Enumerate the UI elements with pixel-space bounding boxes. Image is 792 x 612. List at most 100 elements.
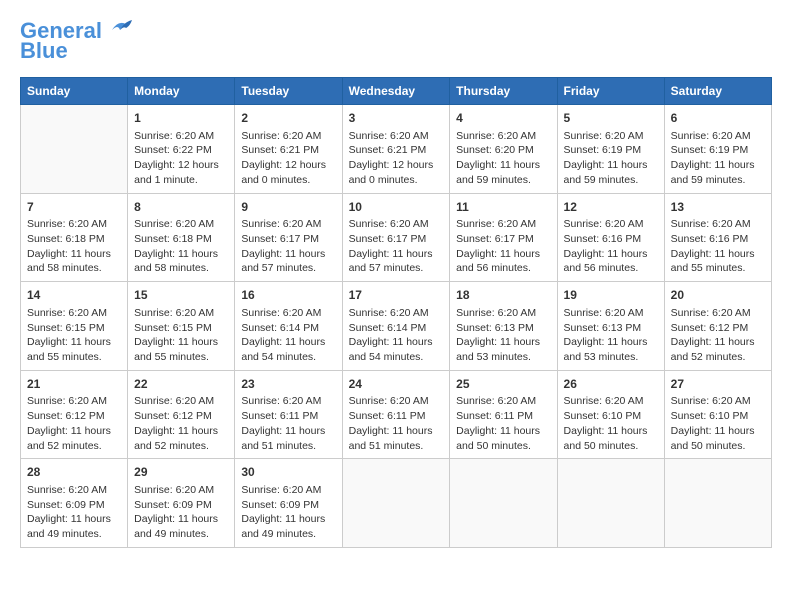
calendar-cell: 7Sunrise: 6:20 AMSunset: 6:18 PMDaylight… — [21, 193, 128, 282]
calendar-cell: 4 Sunrise: 6:20 AMSunset: 6:20 PMDaylight… — [450, 105, 557, 194]
weekday-header-thursday: Thursday — [450, 78, 557, 105]
calendar-week-row: 1 Sunrise: 6:20 AMSunset: 6:22 PMDaylight… — [21, 105, 772, 194]
day-content: Sunrise: 6:20 AMSunset: 6:14 PMDaylight:… — [241, 306, 335, 365]
weekday-header-tuesday: Tuesday — [235, 78, 342, 105]
day-number: 9 — [241, 199, 335, 216]
day-number: 1 — [134, 110, 228, 127]
day-number: 5 — [564, 110, 658, 127]
day-number: 28 — [27, 464, 121, 481]
weekday-header-wednesday: Wednesday — [342, 78, 450, 105]
calendar-cell: 11Sunrise: 6:20 AMSunset: 6:17 PMDayligh… — [450, 193, 557, 282]
day-number: 23 — [241, 376, 335, 393]
day-content: Sunrise: 6:20 AMSunset: 6:09 PMDaylight:… — [134, 483, 228, 542]
calendar-cell: 15 Sunrise: 6:20 AMSunset: 6:15 PMDayligh… — [128, 282, 235, 371]
calendar-week-row: 28 Sunrise: 6:20 AMSunset: 6:09 PMDayligh… — [21, 459, 772, 548]
day-content: Sunrise: 6:20 AMSunset: 6:14 PMDaylight:… — [349, 306, 444, 365]
day-content: Sunrise: 6:20 AMSunset: 6:19 PMDaylight:… — [671, 129, 765, 188]
day-number: 21 — [27, 376, 121, 393]
day-content: Sunrise: 6:20 AMSunset: 6:11 PMDaylight:… — [349, 394, 444, 453]
day-number: 19 — [564, 287, 658, 304]
calendar-cell: 6 Sunrise: 6:20 AMSunset: 6:19 PMDaylight… — [664, 105, 771, 194]
calendar-cell: 20 Sunrise: 6:20 AMSunset: 6:12 PMDayligh… — [664, 282, 771, 371]
calendar-cell: 10Sunrise: 6:20 AMSunset: 6:17 PMDayligh… — [342, 193, 450, 282]
calendar-cell — [21, 105, 128, 194]
day-number: 25 — [456, 376, 550, 393]
weekday-header-saturday: Saturday — [664, 78, 771, 105]
day-content: Sunrise: 6:20 AMSunset: 6:21 PMDaylight:… — [349, 129, 444, 188]
day-number: 12 — [564, 199, 658, 216]
calendar-cell: 12Sunrise: 6:20 AMSunset: 6:16 PMDayligh… — [557, 193, 664, 282]
calendar-cell: 27Sunrise: 6:20 AMSunset: 6:10 PMDayligh… — [664, 370, 771, 459]
page-header: General Blue — [20, 20, 772, 62]
calendar-cell: 1 Sunrise: 6:20 AMSunset: 6:22 PMDaylight… — [128, 105, 235, 194]
logo: General Blue — [20, 20, 136, 62]
calendar-cell: 22Sunrise: 6:20 AMSunset: 6:12 PMDayligh… — [128, 370, 235, 459]
calendar-cell — [450, 459, 557, 548]
calendar-cell: 5 Sunrise: 6:20 AMSunset: 6:19 PMDaylight… — [557, 105, 664, 194]
calendar-cell: 29 Sunrise: 6:20 AMSunset: 6:09 PMDayligh… — [128, 459, 235, 548]
calendar-cell — [342, 459, 450, 548]
day-number: 3 — [349, 110, 444, 127]
day-content: Sunrise: 6:20 AMSunset: 6:09 PMDaylight:… — [241, 483, 335, 542]
calendar-cell: 25Sunrise: 6:20 AMSunset: 6:11 PMDayligh… — [450, 370, 557, 459]
day-number: 15 — [134, 287, 228, 304]
day-content: Sunrise: 6:20 AMSunset: 6:11 PMDaylight:… — [241, 394, 335, 453]
day-number: 26 — [564, 376, 658, 393]
day-content: Sunrise: 6:20 AMSunset: 6:12 PMDaylight:… — [671, 306, 765, 365]
calendar-cell — [664, 459, 771, 548]
day-content: Sunrise: 6:20 AMSunset: 6:15 PMDaylight:… — [134, 306, 228, 365]
calendar-cell: 19 Sunrise: 6:20 AMSunset: 6:13 PMDayligh… — [557, 282, 664, 371]
day-content: Sunrise: 6:20 AMSunset: 6:18 PMDaylight:… — [27, 217, 121, 276]
day-content: Sunrise: 6:20 AMSunset: 6:17 PMDaylight:… — [241, 217, 335, 276]
calendar-cell: 2Sunrise: 6:20 AMSunset: 6:21 PMDaylight… — [235, 105, 342, 194]
calendar-table: SundayMondayTuesdayWednesdayThursdayFrid… — [20, 77, 772, 548]
day-content: Sunrise: 6:20 AMSunset: 6:09 PMDaylight:… — [27, 483, 121, 542]
day-number: 29 — [134, 464, 228, 481]
day-number: 18 — [456, 287, 550, 304]
weekday-header-monday: Monday — [128, 78, 235, 105]
calendar-cell: 26Sunrise: 6:20 AMSunset: 6:10 PMDayligh… — [557, 370, 664, 459]
day-number: 20 — [671, 287, 765, 304]
day-content: Sunrise: 6:20 AMSunset: 6:17 PMDaylight:… — [349, 217, 444, 276]
calendar-cell: 13Sunrise: 6:20 AMSunset: 6:16 PMDayligh… — [664, 193, 771, 282]
calendar-cell: 9Sunrise: 6:20 AMSunset: 6:17 PMDaylight… — [235, 193, 342, 282]
calendar-week-row: 21Sunrise: 6:20 AMSunset: 6:12 PMDayligh… — [21, 370, 772, 459]
day-number: 4 — [456, 110, 550, 127]
calendar-cell: 23Sunrise: 6:20 AMSunset: 6:11 PMDayligh… — [235, 370, 342, 459]
day-content: Sunrise: 6:20 AMSunset: 6:20 PMDaylight:… — [456, 129, 550, 188]
day-content: Sunrise: 6:20 AMSunset: 6:13 PMDaylight:… — [564, 306, 658, 365]
day-number: 13 — [671, 199, 765, 216]
day-content: Sunrise: 6:20 AMSunset: 6:18 PMDaylight:… — [134, 217, 228, 276]
weekday-header-friday: Friday — [557, 78, 664, 105]
day-content: Sunrise: 6:20 AMSunset: 6:17 PMDaylight:… — [456, 217, 550, 276]
day-number: 24 — [349, 376, 444, 393]
day-content: Sunrise: 6:20 AMSunset: 6:22 PMDaylight:… — [134, 129, 228, 188]
logo-blue: Blue — [20, 40, 68, 62]
calendar-cell: 17 Sunrise: 6:20 AMSunset: 6:14 PMDayligh… — [342, 282, 450, 371]
calendar-cell: 24Sunrise: 6:20 AMSunset: 6:11 PMDayligh… — [342, 370, 450, 459]
calendar-cell: 18Sunrise: 6:20 AMSunset: 6:13 PMDayligh… — [450, 282, 557, 371]
day-number: 2 — [241, 110, 335, 127]
day-number: 14 — [27, 287, 121, 304]
day-number: 27 — [671, 376, 765, 393]
day-number: 16 — [241, 287, 335, 304]
calendar-cell: 16 Sunrise: 6:20 AMSunset: 6:14 PMDayligh… — [235, 282, 342, 371]
day-number: 6 — [671, 110, 765, 127]
day-content: Sunrise: 6:20 AMSunset: 6:16 PMDaylight:… — [671, 217, 765, 276]
day-number: 17 — [349, 287, 444, 304]
calendar-cell: 21Sunrise: 6:20 AMSunset: 6:12 PMDayligh… — [21, 370, 128, 459]
calendar-week-row: 14 Sunrise: 6:20 AMSunset: 6:15 PMDayligh… — [21, 282, 772, 371]
day-number: 10 — [349, 199, 444, 216]
weekday-header-sunday: Sunday — [21, 78, 128, 105]
calendar-cell: 14 Sunrise: 6:20 AMSunset: 6:15 PMDayligh… — [21, 282, 128, 371]
day-content: Sunrise: 6:20 AMSunset: 6:19 PMDaylight:… — [564, 129, 658, 188]
calendar-cell: 3 Sunrise: 6:20 AMSunset: 6:21 PMDaylight… — [342, 105, 450, 194]
calendar-cell: 8Sunrise: 6:20 AMSunset: 6:18 PMDaylight… — [128, 193, 235, 282]
day-number: 8 — [134, 199, 228, 216]
calendar-cell — [557, 459, 664, 548]
calendar-cell: 30Sunrise: 6:20 AMSunset: 6:09 PMDayligh… — [235, 459, 342, 548]
day-content: Sunrise: 6:20 AMSunset: 6:15 PMDaylight:… — [27, 306, 121, 365]
day-content: Sunrise: 6:20 AMSunset: 6:11 PMDaylight:… — [456, 394, 550, 453]
day-content: Sunrise: 6:20 AMSunset: 6:10 PMDaylight:… — [564, 394, 658, 453]
logo-bird-icon — [104, 16, 136, 38]
